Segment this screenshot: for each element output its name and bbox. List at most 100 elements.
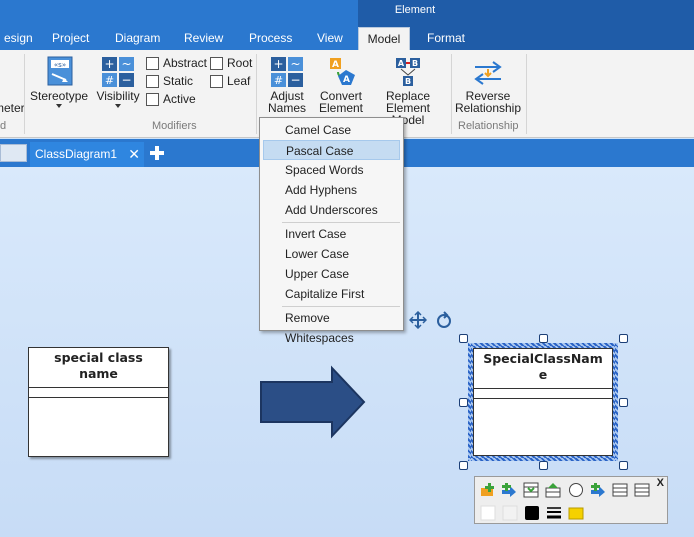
move-up-icon[interactable]: [545, 482, 561, 498]
svg-text:A: A: [332, 60, 339, 70]
svg-text:−: −: [121, 73, 131, 87]
transform-arrow-icon: [260, 365, 366, 439]
note-icon[interactable]: [568, 505, 584, 521]
fill-light-gray-icon[interactable]: [502, 505, 518, 521]
tab-design[interactable]: esign: [0, 27, 39, 50]
resize-handle[interactable]: [459, 398, 468, 407]
adjust-names-menu: Camel Case Pascal Case Spaced Words Add …: [259, 117, 404, 345]
add-relationship-icon[interactable]: [590, 482, 606, 498]
add-operation-icon[interactable]: [501, 482, 517, 498]
parameter-button[interactable]: meter: [0, 102, 25, 114]
resize-handle[interactable]: [619, 461, 628, 470]
menu-separator: [282, 306, 400, 307]
class-name-line2: name: [79, 366, 118, 381]
tab-project[interactable]: Project: [46, 27, 95, 50]
checkbox-box[interactable]: [146, 74, 159, 88]
move-icon[interactable]: [409, 311, 427, 329]
tab-review[interactable]: Review: [178, 27, 229, 50]
active-checkbox[interactable]: Active: [146, 92, 196, 106]
checkbox-box[interactable]: [146, 56, 159, 70]
adjust-names-button[interactable]: + ~ # − Adjust Names: [262, 56, 312, 126]
close-icon[interactable]: ✕: [128, 142, 140, 167]
svg-text:A: A: [343, 75, 350, 85]
class-name-line2: e: [538, 367, 548, 382]
menu-item-add-underscores[interactable]: Add Underscores: [263, 200, 400, 220]
menu-item-pascal-case[interactable]: Pascal Case: [263, 140, 400, 160]
menu-item-lower-case[interactable]: Lower Case: [263, 244, 400, 264]
uml-class-after[interactable]: SpecialClassNam e: [473, 348, 613, 456]
menu-item-camel-case[interactable]: Camel Case: [263, 120, 400, 140]
svg-text:−: −: [290, 73, 300, 87]
menu-item-remove-whitespaces[interactable]: Remove Whitespaces: [263, 308, 400, 345]
group-separator: [256, 54, 257, 134]
menu-item-add-hyphens[interactable]: Add Hyphens: [263, 180, 400, 200]
class-name-line1: SpecialClassNam: [483, 351, 603, 366]
checkbox-box[interactable]: [210, 74, 223, 88]
adjust-names-icon: + ~ # −: [271, 57, 303, 87]
checkbox-box[interactable]: [210, 56, 223, 70]
add-tab-icon[interactable]: [149, 145, 165, 161]
leaf-checkbox[interactable]: Leaf: [210, 74, 250, 88]
static-checkbox[interactable]: Static: [146, 74, 193, 88]
tab-format[interactable]: Format: [421, 27, 471, 50]
reverse-relationship-button[interactable]: Reverse Relationship: [454, 56, 522, 114]
contextual-tab-title: Element: [394, 4, 436, 16]
menu-item-spaced-words[interactable]: Spaced Words: [263, 160, 400, 180]
resize-handle[interactable]: [539, 334, 548, 343]
svg-text:«s»: «s»: [54, 61, 66, 69]
previous-document-tab[interactable]: [0, 144, 27, 162]
menu-item-capitalize-first[interactable]: Capitalize First: [263, 284, 400, 304]
adjust-names-label-2: Names: [267, 101, 306, 115]
close-icon[interactable]: X: [657, 477, 664, 489]
convert-element-label-2: Element: [318, 101, 364, 115]
compartment-icon[interactable]: [612, 482, 628, 498]
reverse-relationship-icon: [474, 61, 502, 85]
resize-handle[interactable]: [459, 461, 468, 470]
root-label: Root: [227, 56, 253, 70]
replace-element-icon: A B B: [396, 58, 420, 86]
resize-handle[interactable]: [619, 398, 628, 407]
tab-diagram[interactable]: Diagram: [109, 27, 166, 50]
resize-handle[interactable]: [539, 461, 548, 470]
checkbox-box[interactable]: [146, 92, 159, 106]
tab-model[interactable]: Model: [358, 27, 410, 51]
doc-tab-label: ClassDiagram1: [35, 147, 118, 161]
uml-class-before[interactable]: special class name: [28, 347, 169, 457]
attributes-compartment: [29, 388, 168, 398]
fill-black-icon[interactable]: [524, 505, 540, 521]
menu-item-invert-case[interactable]: Invert Case: [263, 224, 400, 244]
visibility-icon: + ~ # −: [102, 57, 134, 87]
stereotype-button[interactable]: «s» Stereotype: [30, 56, 88, 108]
add-attribute-icon[interactable]: [480, 482, 496, 498]
active-label: Active: [163, 92, 196, 106]
svg-text:A: A: [398, 59, 405, 68]
insert-compartment-icon[interactable]: [523, 482, 539, 498]
tab-view[interactable]: View: [311, 27, 349, 50]
group-label-relationship: Relationship: [458, 120, 519, 132]
compartment-icon[interactable]: [634, 482, 650, 498]
group-separator: [526, 54, 527, 134]
tab-process[interactable]: Process: [243, 27, 298, 50]
class-name: special class name: [29, 348, 168, 388]
static-label: Static: [163, 74, 194, 88]
class-name: SpecialClassNam e: [474, 349, 612, 389]
menu-item-upper-case[interactable]: Upper Case: [263, 264, 400, 284]
menu-separator: [282, 222, 400, 223]
abstract-label: Abstract: [163, 56, 208, 70]
visibility-button[interactable]: + ~ # − Visibility: [94, 56, 142, 108]
root-checkbox[interactable]: Root: [210, 56, 252, 70]
class-name-line1: special class: [54, 350, 143, 365]
line-weight-icon[interactable]: [546, 505, 562, 521]
chevron-down-icon: [56, 104, 62, 108]
circle-shape-icon[interactable]: [568, 482, 584, 498]
rotate-icon[interactable]: [435, 311, 453, 329]
svg-text:#: #: [105, 74, 114, 87]
element-mini-toolbar: X: [474, 476, 668, 524]
convert-element-button[interactable]: A A Convert Element: [316, 56, 366, 114]
fill-white-icon[interactable]: [480, 505, 496, 521]
resize-handle[interactable]: [459, 334, 468, 343]
resize-handle[interactable]: [619, 334, 628, 343]
abstract-checkbox[interactable]: Abstract: [146, 56, 207, 70]
tab-classdiagram1[interactable]: ClassDiagram1 ✕: [30, 142, 144, 167]
replace-element-model-button[interactable]: A B B Replace Element Model: [368, 56, 448, 126]
